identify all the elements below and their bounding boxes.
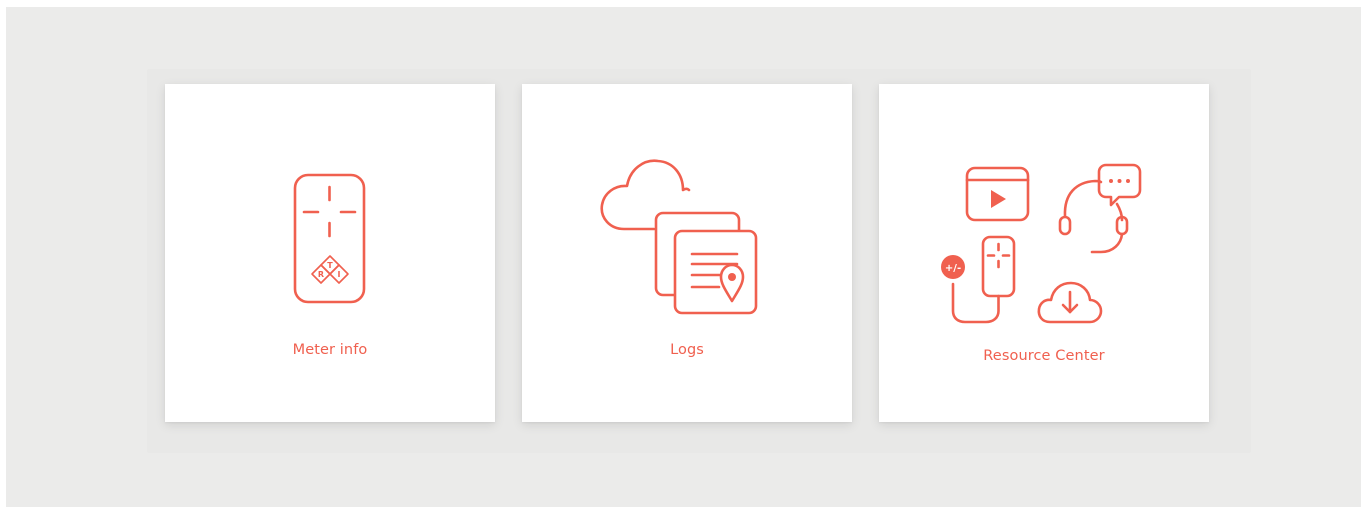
logo-letter-i: I xyxy=(338,270,341,279)
cloud-download-icon xyxy=(1037,281,1103,324)
resource-center-card[interactable]: +/- Resource Center xyxy=(879,84,1209,422)
meter-cable-icon: +/- xyxy=(941,235,1016,324)
video-player-icon xyxy=(965,166,1030,222)
logo-letter-t: T xyxy=(327,261,333,270)
headset-chat-icon xyxy=(1058,163,1142,254)
meter-info-card[interactable]: R T I Meter info xyxy=(165,84,495,422)
logs-card[interactable]: Logs xyxy=(522,84,852,422)
plus-minus-badge: +/- xyxy=(945,263,961,274)
logo-letter-r: R xyxy=(318,270,324,279)
meter-info-label: Meter info xyxy=(292,342,368,358)
meter-device-icon: R T I xyxy=(293,173,366,304)
cloud-logs-icon xyxy=(600,159,758,315)
resource-center-label: Resource Center xyxy=(983,348,1105,364)
logs-label: Logs xyxy=(670,342,704,358)
rti-logo-icon: R T I xyxy=(311,255,349,284)
resource-center-icon: +/- xyxy=(941,163,1142,324)
